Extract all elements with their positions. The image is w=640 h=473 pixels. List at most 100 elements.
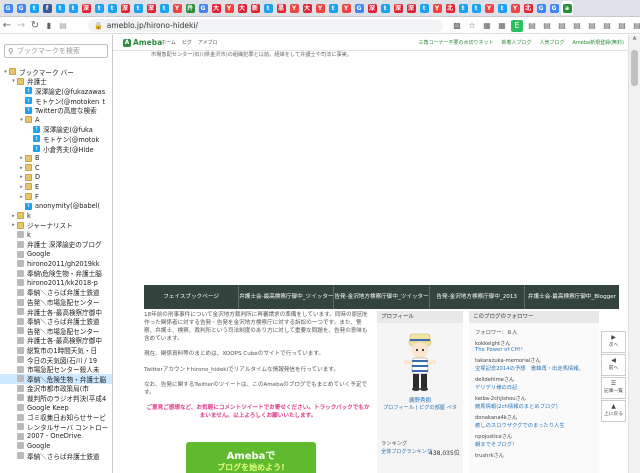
follower-item[interactable]: keiba-2chjishouさん 競馬情報(2ch情報のまとめブログ) bbox=[475, 395, 593, 410]
bookmark-folder[interactable]: ▸ k bbox=[0, 211, 112, 221]
followers-count[interactable]: フォロワー：８人 bbox=[475, 328, 593, 336]
blog-nav-item[interactable]: フェイスブックページ bbox=[144, 285, 240, 309]
browser-tab[interactable]: 黒 bbox=[275, 1, 287, 15]
scroll-up-icon[interactable]: ▲ bbox=[629, 35, 640, 45]
browser-tab[interactable]: Y bbox=[223, 1, 235, 15]
extension-icon[interactable]: ▦ bbox=[496, 20, 508, 32]
evernote-icon[interactable]: E bbox=[511, 19, 523, 32]
ameba-signup-banner[interactable]: Amebaで ブログを始めよう! bbox=[186, 442, 316, 473]
browser-tab[interactable]: t bbox=[54, 1, 66, 15]
address-bar[interactable]: 🔒 ameblo.jp/hirono-hideki/ bbox=[88, 19, 443, 32]
browser-tab[interactable]: G bbox=[15, 1, 27, 15]
bookmark-item[interactable]: t 深澤諭史(@fukazawas bbox=[0, 86, 112, 96]
expand-arrow-icon[interactable]: ▸ bbox=[18, 174, 25, 180]
browser-tab[interactable]: t bbox=[379, 1, 391, 15]
follower-item[interactable]: takarazuka-memorialさん 宝塚記念2014の予想 書籍再・出走馬… bbox=[475, 357, 593, 372]
browser-tab[interactable]: G bbox=[548, 1, 560, 15]
extension-icon[interactable]: ▤ bbox=[526, 20, 538, 32]
bookmark-item[interactable]: 奉納＼さらば弁護士鉄道 bbox=[0, 316, 112, 326]
star-icon[interactable]: ☆ bbox=[466, 20, 478, 32]
browser-tab[interactable]: Y bbox=[509, 1, 521, 15]
ameba-nav-item[interactable]: ホーム bbox=[161, 39, 176, 46]
bookmark-item[interactable]: 今日の天気図(石川 / 19 bbox=[0, 355, 112, 364]
browser-tab[interactable]: t bbox=[327, 1, 339, 15]
bookmark-item[interactable]: Google Keep bbox=[0, 403, 112, 413]
bookmark-item[interactable]: k bbox=[0, 230, 112, 240]
bookmark-item[interactable]: レンタルサーバ コントロー bbox=[0, 422, 112, 432]
browser-tab[interactable]: Y bbox=[288, 1, 300, 15]
browser-tab[interactable]: t bbox=[457, 1, 469, 15]
reload-button[interactable]: ↻ bbox=[28, 18, 42, 32]
page-scrollbar[interactable]: ▲ bbox=[628, 35, 640, 473]
follower-user[interactable]: delldehimeさん bbox=[475, 376, 593, 383]
expand-arrow-icon[interactable]: ▸ bbox=[18, 184, 25, 190]
bookmark-folder[interactable]: ▸ ジャーナリスト bbox=[0, 221, 112, 230]
browser-tab[interactable]: 深 bbox=[119, 1, 131, 15]
bookmark-folder[interactable]: ▾ ブックマーク バー bbox=[0, 67, 112, 77]
browser-tab[interactable]: t bbox=[470, 1, 482, 15]
browser-tab[interactable]: Y bbox=[340, 1, 352, 15]
bookmark-item[interactable]: t Twitterの高度な検索 bbox=[0, 105, 112, 115]
bookmark-item[interactable]: 告発＼市場急配センター bbox=[0, 297, 112, 307]
browser-tab[interactable]: 深 bbox=[366, 1, 378, 15]
bookmarks-panel-icon[interactable]: ▮ bbox=[42, 18, 56, 32]
prev-button[interactable]: ◀ 前へ bbox=[601, 354, 626, 376]
reader-icon[interactable]: ▤ bbox=[56, 18, 70, 32]
ameba-menu-item[interactable]: Ameba新規登録(無料) bbox=[572, 39, 624, 46]
expand-arrow-icon[interactable]: ▸ bbox=[10, 213, 17, 219]
browser-tab[interactable]: f bbox=[41, 1, 53, 15]
browser-tab[interactable]: 弁 bbox=[184, 1, 196, 15]
ameba-menu-item[interactable]: 三角コーナー不要の水切りネット bbox=[418, 39, 493, 46]
browser-tab[interactable]: G bbox=[535, 1, 547, 15]
bookmark-item[interactable]: ゴミ収集日お知らせサービ bbox=[0, 412, 112, 422]
extension-icon[interactable]: ▦ bbox=[481, 20, 493, 32]
browser-tab[interactable]: G bbox=[197, 1, 209, 15]
browser-tab[interactable]: G bbox=[353, 1, 365, 15]
browser-tab[interactable]: t bbox=[158, 1, 170, 15]
bookmark-item[interactable]: t モトケン(@motoken_t bbox=[0, 96, 112, 105]
bookmark-item[interactable]: t モトケン(@motok bbox=[0, 134, 112, 144]
forward-button[interactable]: → bbox=[14, 18, 28, 32]
browser-tab[interactable]: G bbox=[2, 1, 14, 15]
blog-nav-item[interactable]: 告発-金沢地方検察庁御中_2013 bbox=[430, 285, 525, 309]
ameba-menu-item[interactable]: 人気ブログ bbox=[539, 39, 564, 46]
expand-arrow-icon[interactable]: ▾ bbox=[2, 69, 9, 75]
follower-blog-title[interactable]: 宝塚記念2014の予想 書籍再・出走馬情報。 bbox=[475, 364, 593, 372]
expand-arrow-icon[interactable]: ▾ bbox=[18, 117, 25, 123]
extension-icon[interactable]: ▤ bbox=[631, 20, 640, 32]
bookmark-item[interactable]: Google bbox=[0, 441, 112, 451]
article-list-button[interactable]: ☰ 記事一覧 bbox=[601, 377, 626, 399]
ameba-logo[interactable]: A Ameba bbox=[123, 38, 162, 47]
follower-item[interactable]: trushrkさん bbox=[475, 452, 593, 459]
blog-nav-item[interactable]: 告発-金沢地方検察庁御中_ツイッター bbox=[334, 285, 430, 309]
bookmark-item[interactable]: 金沢市都市政策局(市 bbox=[0, 384, 112, 393]
browser-tab[interactable]: t bbox=[262, 1, 274, 15]
profile-name[interactable]: 廣野秀樹 bbox=[377, 396, 463, 404]
bookmark-item[interactable]: 弁護士各-最高検察庁御中 bbox=[0, 336, 112, 345]
browser-tab[interactable]: Y bbox=[171, 1, 183, 15]
follower-blog-title[interactable]: 朝までそブログ! bbox=[475, 440, 593, 448]
bookmark-item[interactable]: 奉納\危険生物・弁護士脳 bbox=[0, 268, 112, 278]
browser-tab[interactable]: 深 bbox=[80, 1, 92, 15]
follower-blog-title[interactable]: The Power of CH!! bbox=[475, 347, 593, 353]
bookmark-item[interactable]: 告発＼市場急配センター bbox=[0, 326, 112, 336]
bookmark-item[interactable]: Google bbox=[0, 249, 112, 259]
follower-user[interactable]: takarazuka-memorialさん bbox=[475, 357, 593, 364]
avatar[interactable] bbox=[398, 328, 442, 394]
browser-tab[interactable]: t bbox=[418, 1, 430, 15]
browser-tab[interactable]: Y bbox=[431, 1, 443, 15]
profile-links[interactable]: プロフィール | ピグの部屋 ペタ bbox=[377, 405, 463, 412]
next-button[interactable]: ▶ 次へ bbox=[601, 331, 626, 353]
bookmark-folder[interactable]: ▾ 弁護士 bbox=[0, 77, 112, 86]
follower-blog-title[interactable]: 癒しのスロウザクグでのまったり人生 bbox=[475, 421, 593, 429]
browser-tab[interactable]: 大 bbox=[210, 1, 222, 15]
bookmark-item[interactable]: 弁護士各-最高検察庁御中 bbox=[0, 307, 112, 316]
bookmark-item[interactable]: 奉納＼危険生物・弁護士脳 bbox=[0, 374, 112, 384]
ameba-nav-item[interactable]: アメブロ bbox=[198, 39, 218, 46]
bookmark-item[interactable]: t 深澤諭史(@fuka bbox=[0, 125, 112, 134]
expand-arrow-icon[interactable]: ▾ bbox=[10, 78, 17, 84]
browser-tab[interactable]: 北 bbox=[522, 1, 534, 15]
browser-tab[interactable]: t bbox=[67, 1, 79, 15]
bookmark-item[interactable]: 市場急配センター殺人未 bbox=[0, 364, 112, 374]
browser-tab[interactable]: 深 bbox=[405, 1, 417, 15]
